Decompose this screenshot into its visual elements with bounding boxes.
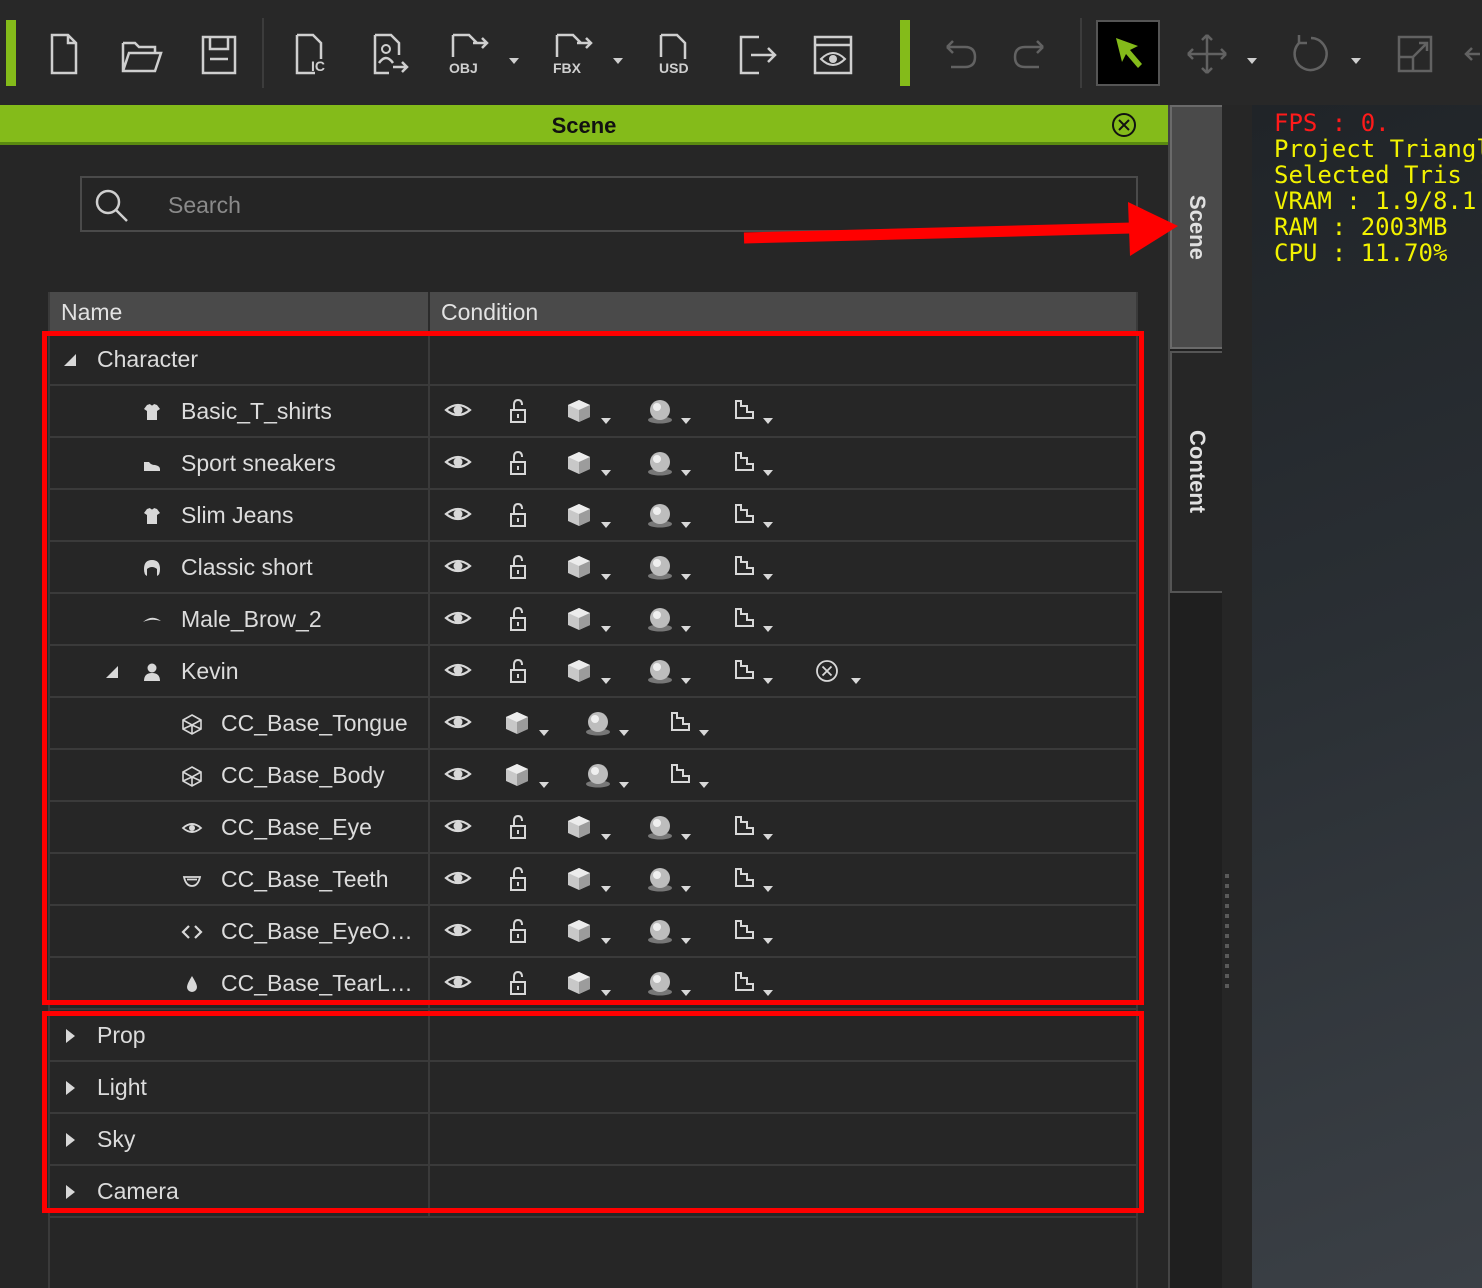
preview-window-icon (813, 35, 853, 75)
toolbar-separator (1080, 18, 1082, 88)
toolbar-overflow-button[interactable] (1456, 26, 1482, 82)
save-icon (201, 35, 237, 75)
column-header-condition[interactable]: Condition (441, 299, 538, 326)
folder-open-icon (121, 41, 163, 73)
undo-icon (946, 40, 977, 69)
open-file-button[interactable] (114, 26, 168, 82)
export-usd-icon: USD (659, 33, 689, 76)
export-ic-icon: IC (295, 33, 325, 75)
panel-splitter[interactable] (1222, 105, 1252, 1288)
tab-content[interactable]: Content (1170, 351, 1224, 593)
select-arrow-icon (1116, 38, 1142, 68)
export-obj-dropdown-icon[interactable] (508, 56, 520, 66)
annotation-categories-box (42, 1011, 1144, 1213)
annotation-character-box (42, 331, 1144, 1005)
svg-text:OBJ: OBJ (449, 60, 478, 76)
stat-project-triangles: Project Triangle (1274, 135, 1482, 163)
toolbar-grip (6, 20, 16, 86)
stat-fps: FPS : 0. (1274, 109, 1390, 137)
arrow-left-icon (1464, 47, 1480, 61)
annotation-arrow-icon (743, 202, 1178, 256)
scene-panel-header: Scene (0, 105, 1168, 145)
stat-vram: VRAM : 1.9/8.1 (1274, 187, 1477, 215)
rotate-icon (1293, 35, 1328, 72)
export-obj-button[interactable]: OBJ (440, 26, 494, 82)
export-usd-button[interactable]: USD (648, 26, 702, 82)
export-fbx-button[interactable]: FBX (544, 26, 598, 82)
redo-icon (1013, 40, 1044, 69)
save-file-button[interactable] (192, 26, 246, 82)
send-to-icon (739, 35, 777, 75)
stat-ram: RAM : 2003MB (1274, 213, 1448, 241)
export-fbx-icon: FBX (553, 33, 593, 76)
move-icon (1187, 34, 1227, 74)
move-tool-button[interactable] (1180, 26, 1234, 82)
move-dropdown-icon[interactable] (1246, 56, 1258, 66)
scale-tool-button[interactable] (1388, 26, 1442, 82)
toolbar-separator (262, 18, 264, 88)
panel-title: Scene (551, 113, 617, 138)
svg-text:USD: USD (659, 60, 689, 76)
new-file-button[interactable] (36, 26, 90, 82)
undo-button[interactable] (930, 26, 984, 82)
splitter-grip-icon[interactable] (1222, 872, 1232, 994)
export-character-icon (373, 33, 409, 75)
column-header-name[interactable]: Name (61, 299, 122, 326)
scale-icon (1397, 35, 1433, 73)
select-tool-button[interactable] (1096, 20, 1160, 86)
stat-cpu: CPU : 11.70% (1274, 239, 1448, 267)
export-character-button[interactable] (362, 26, 416, 82)
column-divider[interactable] (428, 292, 430, 334)
send-to-button[interactable] (728, 26, 782, 82)
svg-text:FBX: FBX (553, 60, 582, 76)
3d-viewport[interactable]: FPS : 0. Project Triangle Selected Tris … (1252, 105, 1482, 1288)
export-obj-icon: OBJ (449, 33, 489, 76)
redo-button[interactable] (1006, 26, 1060, 82)
main-toolbar: IC OBJ FBX USD (0, 0, 1482, 105)
toolbar-grip (900, 20, 910, 86)
export-fbx-dropdown-icon[interactable] (612, 56, 624, 66)
search-icon (95, 189, 128, 222)
rotate-dropdown-icon[interactable] (1350, 56, 1362, 66)
side-tab-strip: Scene Content (1168, 105, 1224, 1288)
tree-header: Name Condition (50, 292, 1136, 334)
stat-selected-tris: Selected Tris : 0 (1274, 161, 1482, 189)
close-panel-icon[interactable] (1110, 111, 1138, 139)
tab-scene-label: Scene (1185, 194, 1210, 260)
tab-content-label: Content (1185, 430, 1210, 514)
preview-button[interactable] (806, 26, 860, 82)
export-ic-button[interactable]: IC (284, 26, 338, 82)
svg-text:IC: IC (311, 58, 325, 74)
new-file-icon (50, 33, 78, 75)
rotate-tool-button[interactable] (1284, 26, 1338, 82)
